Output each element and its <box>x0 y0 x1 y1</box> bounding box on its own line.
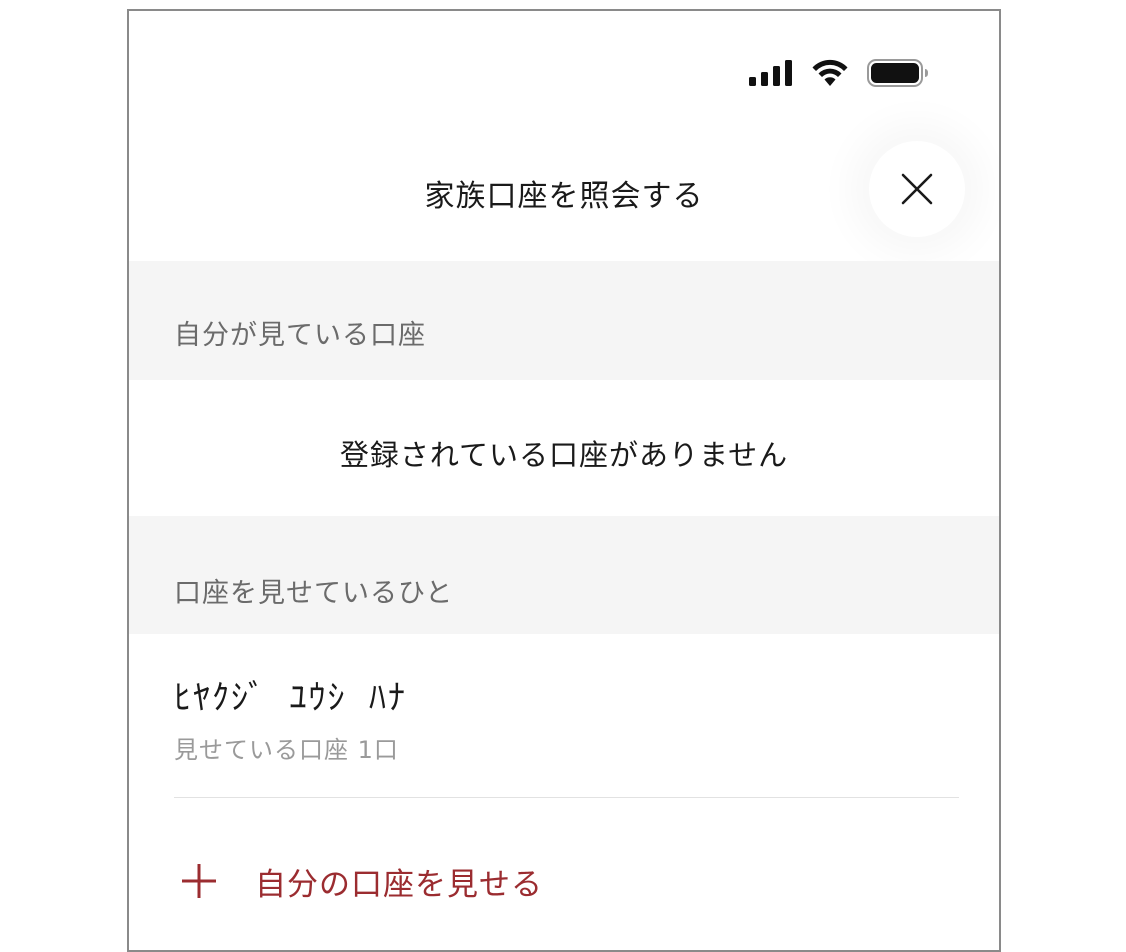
status-bar <box>129 11 999 131</box>
divider <box>174 797 959 798</box>
empty-message: 登録されている口座がありません <box>339 438 789 472</box>
header: 家族口座を照会する <box>129 131 999 261</box>
section-title-viewing: 自分が見ている口座 <box>174 320 426 351</box>
section-title-sharing: 口座を見せているひと <box>174 578 454 609</box>
signal-icon <box>749 60 792 86</box>
list-item-person[interactable]: ﾋﾔｸｼﾞ ﾕｳｼ ﾊﾅ 見せている口座 1口 <box>129 634 999 798</box>
person-name: ﾋﾔｸｼﾞ ﾕｳｼ ﾊﾅ <box>174 678 407 718</box>
plus-icon <box>182 864 216 898</box>
close-button[interactable] <box>869 141 965 237</box>
status-icons <box>749 59 929 87</box>
person-detail: 見せている口座 1口 <box>174 736 399 764</box>
close-icon <box>901 173 933 205</box>
app-screen: 家族口座を照会する 自分が見ている口座 登録されている口座がありません 口座を見… <box>127 9 1001 952</box>
wifi-icon <box>812 59 848 86</box>
section-header-sharing: 口座を見せているひと <box>129 516 999 634</box>
add-account-button[interactable]: 自分の口座を見せる <box>129 829 999 929</box>
empty-state: 登録されている口座がありません <box>129 380 999 516</box>
section-header-viewing: 自分が見ている口座 <box>129 261 999 380</box>
battery-icon <box>867 59 928 87</box>
add-account-label: 自分の口座を見せる <box>255 867 543 903</box>
